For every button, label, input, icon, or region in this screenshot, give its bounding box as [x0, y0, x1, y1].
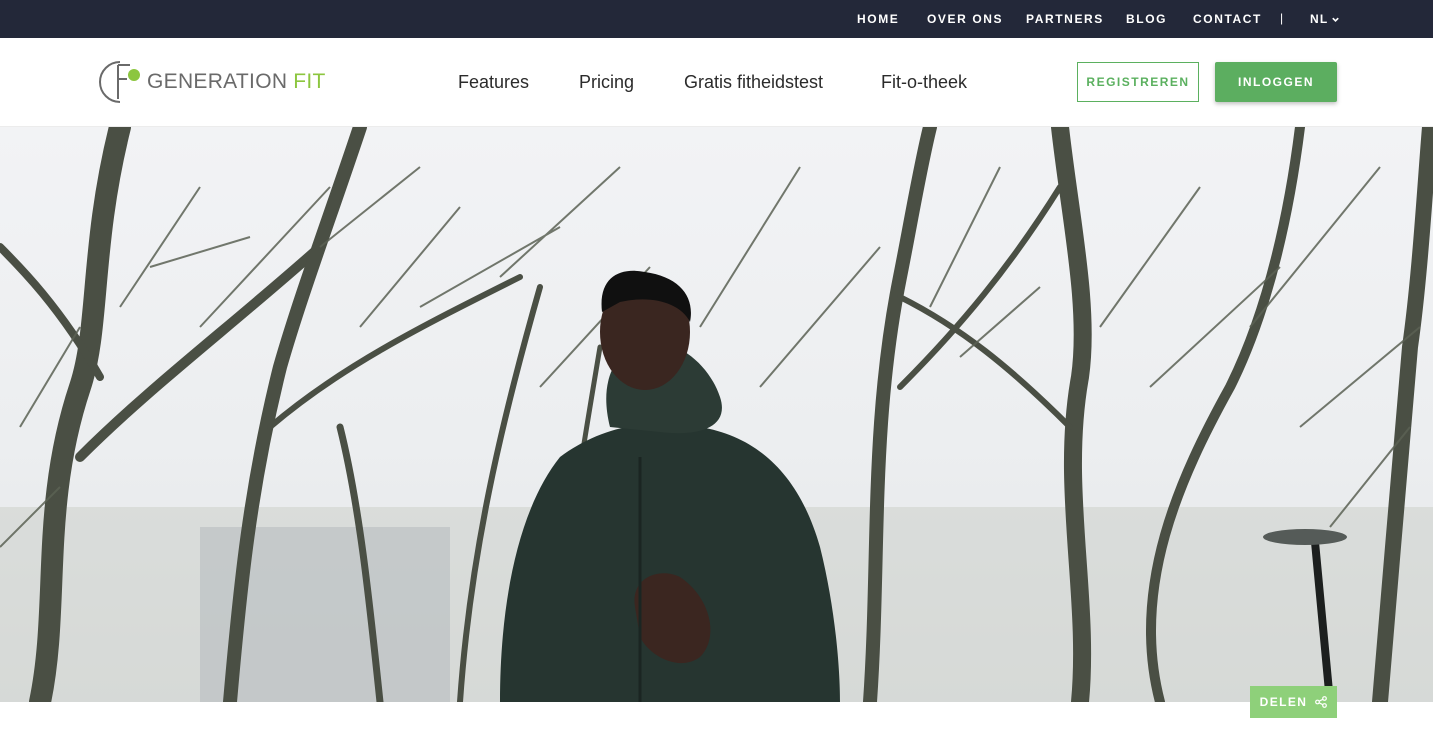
share-label: DELEN — [1259, 695, 1308, 709]
hero-video[interactable] — [0, 127, 1433, 702]
register-button[interactable]: REGISTREREN — [1077, 62, 1199, 102]
top-nav-contact[interactable]: CONTACT — [1193, 0, 1262, 38]
logo-text-generation: GENERATION — [147, 70, 288, 93]
share-button[interactable]: DELEN — [1250, 686, 1337, 718]
logo-wordmark: GENERATION FIT — [147, 70, 326, 94]
language-selector[interactable]: NL — [1310, 0, 1340, 38]
site-logo[interactable]: GENERATION FIT — [94, 59, 326, 105]
top-utility-bar: HOME OVER ONS PARTNERS BLOG CONTACT | NL — [0, 0, 1433, 38]
nav-pricing[interactable]: Pricing — [579, 38, 634, 127]
runner-figure-shape — [500, 270, 840, 702]
top-nav-partners[interactable]: PARTNERS — [1026, 0, 1104, 38]
nav-features[interactable]: Features — [458, 38, 529, 127]
chevron-down-icon — [1332, 17, 1340, 22]
hero-image-runner-in-park — [0, 127, 1433, 702]
top-nav-home[interactable]: HOME — [857, 0, 899, 38]
share-icon — [1315, 696, 1328, 708]
login-button[interactable]: INLOGGEN — [1215, 62, 1337, 102]
language-label: NL — [1310, 12, 1329, 26]
top-nav-blog[interactable]: BLOG — [1126, 0, 1167, 38]
top-nav-separator: | — [1280, 11, 1284, 25]
top-nav-over-ons[interactable]: OVER ONS — [927, 0, 1003, 38]
generation-fit-logo-icon — [99, 61, 140, 103]
nav-fit-o-theek[interactable]: Fit-o-theek — [881, 38, 967, 127]
logo-text-fit: FIT — [293, 70, 326, 93]
main-header: GENERATION FIT Features Pricing Gratis fi… — [0, 38, 1433, 127]
nav-gratis-fitheidstest[interactable]: Gratis fitheidstest — [684, 38, 823, 127]
